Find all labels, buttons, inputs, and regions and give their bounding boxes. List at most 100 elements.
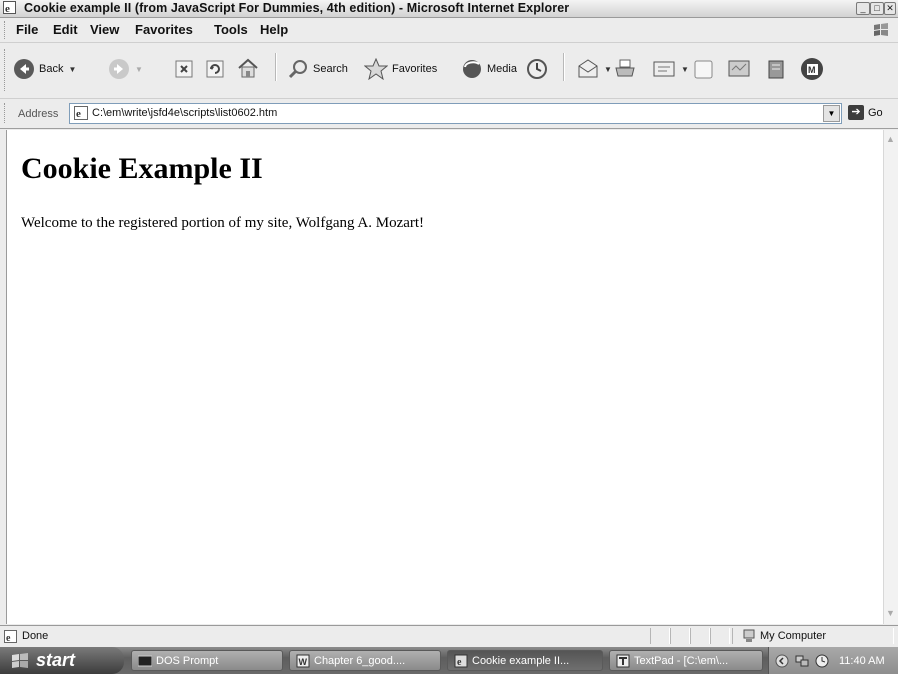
forward-arrow-icon <box>109 59 129 79</box>
research-book-icon <box>768 60 784 79</box>
toolbar-separator <box>563 53 565 81</box>
refresh-icon <box>206 60 224 78</box>
address-label: Address <box>18 108 59 120</box>
mail-icon <box>578 59 598 78</box>
scroll-down-icon[interactable]: ▼ <box>886 608 895 618</box>
scroll-up-icon[interactable]: ▲ <box>886 134 895 144</box>
menu-tools[interactable]: Tools <box>214 22 248 37</box>
svg-text:e: e <box>76 108 81 120</box>
page-content: Cookie Example II Welcome to the registe… <box>6 130 883 624</box>
edit-button[interactable]: ▼ <box>652 58 689 80</box>
start-button[interactable]: start <box>0 647 124 674</box>
back-button[interactable]: Back ▼ <box>13 58 76 80</box>
messenger-button[interactable] <box>727 58 751 80</box>
svg-text:e: e <box>5 3 10 14</box>
home-icon <box>238 58 258 78</box>
taskbar-item-dos-prompt[interactable]: DOS Prompt <box>131 650 283 671</box>
print-button[interactable] <box>614 58 636 80</box>
welcome-text: Welcome to the registered portion of my … <box>21 215 425 231</box>
toolbar-separator <box>275 53 277 81</box>
history-button[interactable] <box>526 58 548 80</box>
menu-grip <box>4 21 8 39</box>
menu-help[interactable]: Help <box>260 22 288 37</box>
textpad-icon <box>616 654 630 667</box>
svg-text:e: e <box>6 633 11 643</box>
menu-edit[interactable]: Edit <box>53 22 78 37</box>
system-tray: 11:40 AM <box>768 647 898 674</box>
page-heading: Cookie Example II <box>21 152 263 185</box>
address-input[interactable]: e C:\em\write\jsfd4e\scripts\list0602.ht… <box>69 103 842 124</box>
stop-icon <box>175 60 193 78</box>
clock: 11:40 AM <box>839 654 885 667</box>
address-grip <box>4 103 8 123</box>
history-icon <box>527 59 547 79</box>
m-extension-icon: M <box>801 58 823 80</box>
network-icon[interactable] <box>795 654 809 668</box>
windows-flag-icon <box>12 652 28 668</box>
window-title: Cookie example II (from JavaScript For D… <box>24 1 570 15</box>
vertical-scrollbar[interactable]: ▲ ▼ <box>883 130 898 624</box>
tray-expand-icon[interactable] <box>775 654 789 668</box>
menu-bar: File Edit View Favorites Tools Help <box>0 18 898 43</box>
home-button[interactable] <box>237 57 259 79</box>
menu-view[interactable]: View <box>90 22 119 37</box>
status-bar: e Done My Computer <box>0 625 898 647</box>
close-button[interactable]: ✕ <box>884 2 896 15</box>
page-status-icon: e <box>4 630 17 643</box>
standard-toolbar: Back ▼ ▼ Search Favorites Media ▼ ▼ M <box>0 43 898 99</box>
address-url: C:\em\write\jsfd4e\scripts\list0602.htm <box>92 107 278 119</box>
go-button[interactable]: ➔ Go <box>848 105 883 120</box>
taskbar: start DOS Prompt W Chapter 6_good.... e … <box>0 647 898 674</box>
refresh-button[interactable] <box>206 59 226 79</box>
mail-button[interactable]: ▼ <box>577 58 612 80</box>
go-arrow-icon: ➔ <box>848 105 864 120</box>
search-button[interactable]: Search <box>287 58 348 80</box>
browser-window: e Cookie example II (from JavaScript For… <box>0 0 898 674</box>
word-document-icon: W <box>296 654 310 667</box>
windows-logo-icon <box>874 23 888 36</box>
forward-dropdown-icon[interactable]: ▼ <box>135 65 143 74</box>
svg-text:M: M <box>808 65 816 75</box>
title-bar[interactable]: e Cookie example II (from JavaScript For… <box>0 0 898 18</box>
search-icon <box>288 60 307 79</box>
printer-icon <box>615 59 635 77</box>
menu-file[interactable]: File <box>16 22 38 37</box>
dos-prompt-icon <box>138 655 152 666</box>
status-pane <box>690 628 710 644</box>
menu-favorites[interactable]: Favorites <box>135 22 193 37</box>
media-icon <box>463 60 481 78</box>
taskbar-item-textpad[interactable]: TextPad - [C:\em\... <box>609 650 763 671</box>
edit-dropdown-icon[interactable]: ▼ <box>681 65 689 74</box>
mail-dropdown-icon[interactable]: ▼ <box>604 65 612 74</box>
minimize-button[interactable]: _ <box>856 2 870 15</box>
back-dropdown-icon[interactable]: ▼ <box>68 65 76 74</box>
monitor-icon <box>728 60 750 77</box>
edit-page-icon <box>653 61 675 77</box>
tray-clock-icon[interactable] <box>815 654 829 668</box>
security-zone-text: My Computer <box>760 630 827 642</box>
svg-text:W: W <box>299 657 308 667</box>
maximize-button[interactable]: □ <box>870 2 884 15</box>
back-arrow-icon <box>14 59 34 79</box>
forward-button[interactable]: ▼ <box>108 58 143 80</box>
discuss-button[interactable] <box>693 58 715 80</box>
status-pane <box>650 628 670 644</box>
favorites-star-icon <box>364 58 388 80</box>
address-dropdown-icon[interactable]: ▼ <box>823 105 840 122</box>
status-text: Done <box>22 630 49 642</box>
stop-button[interactable] <box>175 59 195 79</box>
status-pane <box>670 628 690 644</box>
page-icon: e <box>74 106 88 120</box>
toolbar-grip <box>4 49 8 91</box>
extension-button[interactable]: M <box>800 57 824 81</box>
favorites-button[interactable]: Favorites <box>364 58 437 80</box>
media-button[interactable]: Media <box>461 58 517 80</box>
ie-task-icon: e <box>454 654 468 668</box>
ie-icon: e <box>3 1 16 14</box>
svg-text:e: e <box>457 657 462 668</box>
taskbar-item-cookie-example[interactable]: e Cookie example II... <box>447 650 603 671</box>
research-button[interactable] <box>765 58 787 80</box>
discuss-icon <box>694 60 713 79</box>
my-computer-icon <box>743 629 755 642</box>
taskbar-item-chapter-6[interactable]: W Chapter 6_good.... <box>289 650 441 671</box>
